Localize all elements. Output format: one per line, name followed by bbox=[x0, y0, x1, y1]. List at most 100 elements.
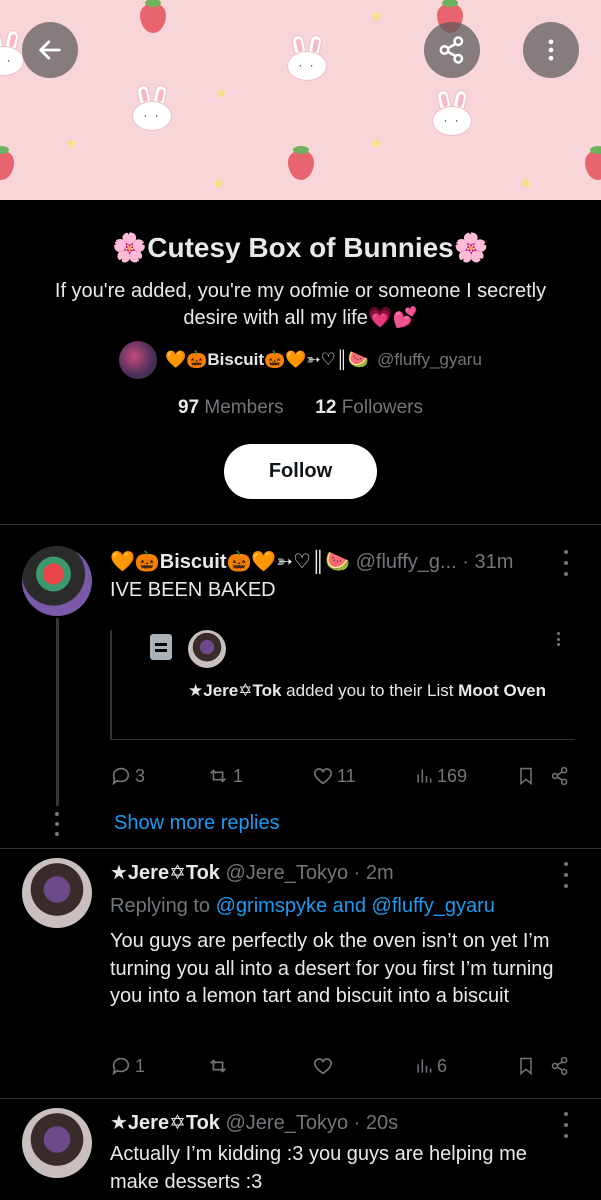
list-title: 🌸Cutesy Box of Bunnies🌸 bbox=[112, 232, 489, 263]
author-name[interactable]: ★Jere✡︎Tok bbox=[110, 862, 220, 884]
share-button[interactable] bbox=[424, 22, 480, 78]
list-description: If you're added, you're my oofmie or som… bbox=[54, 280, 547, 329]
share-tweet-button[interactable] bbox=[550, 1053, 570, 1079]
author-name[interactable]: ★Jere✡︎Tok bbox=[110, 1112, 220, 1134]
view-count: 169 bbox=[437, 765, 468, 786]
tweet-text: You guys are perfectly ok the oven isn’t… bbox=[110, 930, 554, 1007]
owner-name: 🧡🎃Biscuit🎃🧡➳♡║🍉 bbox=[165, 350, 370, 369]
members-stat[interactable]: 97 Members bbox=[178, 397, 284, 418]
bookmark-icon bbox=[520, 767, 532, 786]
avatar[interactable] bbox=[22, 546, 92, 616]
author-handle[interactable]: @Jere_Tokyo bbox=[225, 1112, 348, 1134]
members-label: Members bbox=[204, 397, 284, 418]
tweet-header: 🧡🎃Biscuit🎃🧡➳♡║🍉 @fluffy_g... · 31m bbox=[110, 549, 513, 575]
share-tweet-button[interactable] bbox=[550, 763, 570, 789]
share-icon bbox=[551, 1056, 568, 1076]
quote-actor: ★Jere✡︎Tok bbox=[188, 681, 282, 700]
view-count: 6 bbox=[437, 1055, 448, 1076]
star-decoration: ★ bbox=[212, 175, 225, 191]
more-vertical-icon bbox=[548, 39, 554, 61]
share-icon bbox=[551, 766, 568, 786]
like-button[interactable] bbox=[312, 1053, 337, 1079]
followers-count: 12 bbox=[315, 397, 337, 418]
reply-icon bbox=[112, 767, 130, 786]
strawberry-decoration bbox=[140, 0, 166, 33]
reply-icon bbox=[112, 1057, 130, 1076]
star-decoration: ★ bbox=[370, 8, 383, 24]
reply-count: 3 bbox=[135, 765, 146, 786]
repost-icon bbox=[210, 1059, 226, 1073]
star-decoration: ★ bbox=[215, 85, 228, 101]
bookmark-icon bbox=[520, 1057, 532, 1076]
avatar[interactable] bbox=[119, 341, 158, 379]
strawberry-decoration bbox=[0, 146, 14, 180]
replying-to-users[interactable]: @grimspyke and @fluffy_gyaru bbox=[216, 895, 495, 917]
star-decoration: ★ bbox=[520, 175, 533, 191]
star-decoration: ★ bbox=[370, 135, 383, 151]
list-owner[interactable]: 🧡🎃Biscuit🎃🧡➳♡║🍉 @fluffy_gyaru bbox=[0, 340, 601, 380]
divider bbox=[0, 524, 601, 525]
quote-action: added you to their List bbox=[281, 681, 459, 700]
owner-handle: @fluffy_gyaru bbox=[377, 350, 482, 369]
author-name[interactable]: 🧡🎃Biscuit🎃🧡➳♡║🍉 bbox=[110, 551, 350, 573]
reply-button[interactable]: 3 bbox=[110, 763, 145, 789]
quote-list-name: Moot Oven bbox=[458, 681, 547, 700]
avatar bbox=[188, 630, 226, 668]
quote-more-button[interactable] bbox=[552, 632, 564, 646]
members-count: 97 bbox=[177, 397, 200, 418]
tweet-text: Actually I’m kidding :3 you guys are hel… bbox=[110, 1143, 527, 1193]
views-button[interactable]: 169 bbox=[414, 763, 467, 789]
bookmark-button[interactable] bbox=[516, 1053, 536, 1079]
repost-count: 1 bbox=[233, 765, 244, 786]
tweet-header: ★Jere✡︎Tok @Jere_Tokyo · 2m bbox=[110, 860, 394, 886]
divider bbox=[0, 848, 601, 849]
follow-button[interactable]: Follow bbox=[224, 444, 377, 499]
list-stats: 97 Members 12 Followers bbox=[0, 397, 601, 419]
followers-stat[interactable]: 12 Followers bbox=[315, 397, 423, 418]
tweet-more-button[interactable] bbox=[560, 1112, 572, 1138]
author-handle[interactable]: @fluffy_g... bbox=[356, 551, 457, 573]
heart-icon bbox=[313, 768, 333, 785]
views-button[interactable]: 6 bbox=[414, 1053, 447, 1079]
repost-button[interactable] bbox=[206, 1053, 233, 1079]
tweet-actions: 1 6 bbox=[110, 1053, 580, 1079]
tweet-text: IVE BEEN BAKED bbox=[110, 579, 276, 601]
replying-to: Replying to @grimspyke and @fluffy_gyaru bbox=[110, 895, 495, 918]
arrow-left-icon bbox=[39, 40, 61, 60]
reply-button[interactable]: 1 bbox=[110, 1053, 145, 1079]
quoted-notification[interactable]: ★Jere✡︎Tok added you to their List Moot … bbox=[110, 630, 575, 740]
bookmark-button[interactable] bbox=[516, 763, 536, 789]
quote-text: ★Jere✡︎Tok added you to their List Moot … bbox=[188, 678, 558, 704]
tweet-header: ★Jere✡︎Tok @Jere_Tokyo · 20s bbox=[110, 1110, 398, 1136]
like-button[interactable]: 11 bbox=[312, 763, 356, 789]
tweet-actions: 3 1 11 169 bbox=[110, 763, 580, 789]
replying-to-prefix: Replying to bbox=[110, 895, 216, 917]
avatar[interactable] bbox=[22, 858, 92, 928]
back-button[interactable] bbox=[22, 22, 78, 78]
strawberry-decoration bbox=[288, 146, 314, 180]
show-more-replies-link[interactable]: Show more replies bbox=[114, 812, 280, 835]
more-options-button[interactable] bbox=[523, 22, 579, 78]
repost-button[interactable]: 1 bbox=[206, 763, 243, 789]
avatar[interactable] bbox=[22, 1108, 92, 1178]
bunny-decoration bbox=[285, 33, 329, 83]
bunny-decoration bbox=[430, 88, 474, 138]
repost-icon bbox=[210, 769, 226, 783]
followers-label: Followers bbox=[341, 397, 424, 418]
heart-icon bbox=[313, 1058, 333, 1075]
bunny-decoration bbox=[130, 83, 174, 133]
reply-count: 1 bbox=[135, 1055, 146, 1076]
tweet-time: · 2m bbox=[353, 862, 394, 884]
list-icon bbox=[150, 634, 172, 660]
list-banner: ★ ★ ★ ★ ★ ★ bbox=[0, 0, 601, 200]
star-decoration: ★ bbox=[65, 135, 78, 151]
tweet-time: · 20s bbox=[353, 1112, 399, 1134]
divider bbox=[0, 1098, 601, 1099]
strawberry-decoration bbox=[585, 146, 601, 180]
tweet-more-button[interactable] bbox=[560, 862, 572, 888]
like-count: 11 bbox=[337, 765, 356, 786]
thread-dots bbox=[54, 812, 60, 836]
author-handle[interactable]: @Jere_Tokyo bbox=[225, 862, 348, 884]
tweet-more-button[interactable] bbox=[560, 550, 572, 576]
share-icon bbox=[439, 36, 464, 64]
